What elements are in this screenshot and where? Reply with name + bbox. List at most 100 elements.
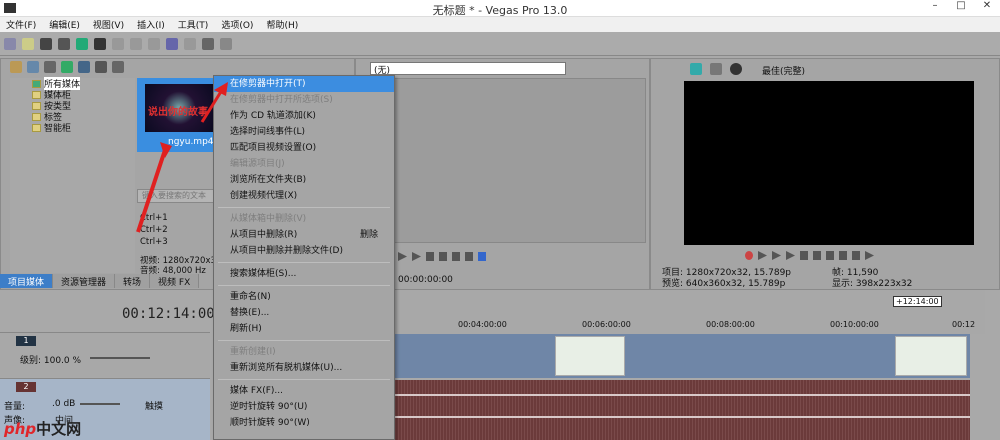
window-title: 无标题 * - Vegas Pro 13.0 [432, 4, 568, 17]
minimize-button[interactable]: – [922, 0, 948, 16]
context-menu-item[interactable]: 搜索媒体柜(S)... [214, 266, 394, 282]
track-number: 2 [16, 382, 36, 392]
context-menu-item[interactable]: 浏览所在文件夹(B) [214, 172, 394, 188]
web-icon[interactable] [61, 61, 73, 73]
close-button[interactable]: ✕ [974, 0, 1000, 16]
track-number: 1 [16, 336, 36, 346]
watermark: php中文网 [4, 418, 81, 439]
folder-icon [32, 112, 41, 121]
video-clip-thumb[interactable] [555, 336, 625, 376]
go-end-icon[interactable] [839, 251, 847, 260]
paste-icon[interactable] [148, 37, 160, 50]
new-icon[interactable] [4, 37, 16, 50]
next-frame-icon[interactable] [465, 252, 473, 261]
shortcut: Ctrl+3 [140, 237, 168, 247]
play-icon[interactable] [412, 252, 421, 261]
context-menu-item[interactable]: 创建视频代理(X) [214, 188, 394, 204]
automation-mode[interactable]: 触摸 [145, 399, 163, 412]
context-menu-item[interactable]: 从项目中删除并删除文件(D) [214, 243, 394, 259]
stop-icon[interactable] [439, 252, 447, 261]
save-icon[interactable] [40, 37, 52, 50]
menu-options[interactable]: 选项(O) [221, 18, 253, 31]
snapping-icon[interactable] [202, 37, 214, 50]
audio-track-lane[interactable] [395, 380, 970, 440]
add-to-timeline-icon[interactable] [478, 252, 486, 261]
video-clip-thumb[interactable] [895, 336, 967, 376]
delete-icon[interactable] [95, 61, 107, 73]
preview-info: 项目: 1280x720x32, 15.789p 预览: 640x360x32,… [662, 268, 791, 290]
context-menu-item[interactable]: 重新浏览所有脱机媒体(U)... [214, 360, 394, 376]
video-track-header[interactable]: 1 级别: 100.0 % [0, 332, 210, 377]
copy-icon[interactable] [130, 37, 142, 50]
media-search-input[interactable]: 键入要搜索的文本 [137, 189, 217, 203]
play-icon[interactable] [398, 252, 407, 261]
media-tree: 所有媒体 媒体柜 按类型 标签 智能柜 [10, 77, 135, 273]
split-screen-icon[interactable] [710, 63, 722, 75]
tab-transitions[interactable]: 转场 [115, 274, 151, 288]
context-menu-item[interactable]: 匹配项目视频设置(O) [214, 140, 394, 156]
menu-edit[interactable]: 编辑(E) [49, 18, 80, 31]
menu-insert[interactable]: 插入(I) [137, 18, 165, 31]
menu-help[interactable]: 帮助(H) [266, 18, 298, 31]
context-menu-item[interactable]: 从项目中删除(R) 删除 [214, 227, 394, 243]
help-icon[interactable] [220, 37, 232, 50]
play-icon[interactable] [786, 251, 795, 260]
open-icon[interactable] [22, 37, 34, 50]
menu-item-label: 重命名(N) [230, 292, 271, 302]
menu-item-shortcut: 删除 [359, 230, 378, 240]
context-menu-item[interactable]: 顺时针旋转 90°(W) [214, 415, 394, 431]
volume-slider[interactable] [80, 403, 120, 405]
tab-explorer[interactable]: 资源管理器 [53, 274, 116, 288]
level-slider[interactable] [90, 357, 150, 359]
save-as-icon[interactable] [58, 37, 70, 50]
context-menu-item[interactable]: 在修剪器中打开(T) [214, 76, 394, 92]
cut-icon[interactable] [112, 37, 124, 50]
import-icon[interactable] [10, 61, 22, 73]
prev-frame-icon[interactable] [452, 252, 460, 261]
menu-view[interactable]: 视图(V) [93, 18, 124, 31]
menu-item-label: 逆时针旋转 90°(U) [230, 402, 308, 412]
views-icon[interactable] [112, 61, 124, 73]
menu-item-label: 重新浏览所有脱机媒体(U)... [230, 363, 343, 373]
properties-icon[interactable] [94, 37, 106, 50]
menu-tools[interactable]: 工具(T) [178, 18, 209, 31]
pause-icon[interactable] [426, 252, 434, 261]
loop-icon[interactable] [758, 251, 767, 260]
get-media-icon[interactable] [44, 61, 56, 73]
external-monitor-icon[interactable] [690, 63, 702, 75]
tree-item-smart-bins[interactable]: 智能柜 [32, 122, 135, 134]
go-start-icon[interactable] [826, 251, 834, 260]
context-menu-item[interactable]: 替换(E)... [214, 305, 394, 321]
timeline-cursor-time: 00:12:14:00 [122, 306, 215, 322]
tab-video-fx[interactable]: 视频 FX [150, 274, 200, 288]
menu-file[interactable]: 文件(F) [6, 18, 36, 31]
menu-item-label: 作为 CD 轨道添加(K) [230, 111, 316, 121]
context-menu-item[interactable]: 重命名(N) [214, 289, 394, 305]
redo-icon[interactable] [184, 37, 196, 50]
preview-quality-select[interactable]: 最佳(完整) [762, 64, 805, 77]
pause-icon[interactable] [800, 251, 808, 260]
context-menu-item[interactable]: 刷新(H) [214, 321, 394, 337]
record-icon[interactable] [745, 251, 753, 260]
context-menu-item[interactable]: 选择时间线事件(L) [214, 124, 394, 140]
context-menu-item: 重新创建(I) [214, 344, 394, 360]
context-menu-item[interactable]: 作为 CD 轨道添加(K) [214, 108, 394, 124]
capture-icon[interactable] [27, 61, 39, 73]
prev-frame-icon[interactable] [852, 251, 860, 260]
media-info: 视频: 1280x720x3 音频: 48,000 Hz [140, 256, 216, 276]
next-frame-icon[interactable] [865, 251, 874, 260]
tab-project-media[interactable]: 项目媒体 [0, 274, 54, 288]
overlay-icon[interactable] [730, 63, 742, 75]
context-menu-item[interactable]: 媒体 FX(F)... [214, 383, 394, 399]
undo-icon[interactable] [166, 37, 178, 50]
context-menu-item[interactable]: 逆时针旋转 90°(U) [214, 399, 394, 415]
maximize-button[interactable]: □ [948, 0, 974, 16]
stop-icon[interactable] [813, 251, 821, 260]
media-fx-icon[interactable] [78, 61, 90, 73]
trimmer-source-select[interactable]: (无) [370, 62, 566, 76]
video-track-lane[interactable] [395, 334, 970, 378]
trimmer-time: 00:00:00:00 [398, 275, 453, 285]
play-from-start-icon[interactable] [772, 251, 781, 260]
render-icon[interactable] [76, 37, 88, 50]
folder-icon [32, 123, 41, 132]
